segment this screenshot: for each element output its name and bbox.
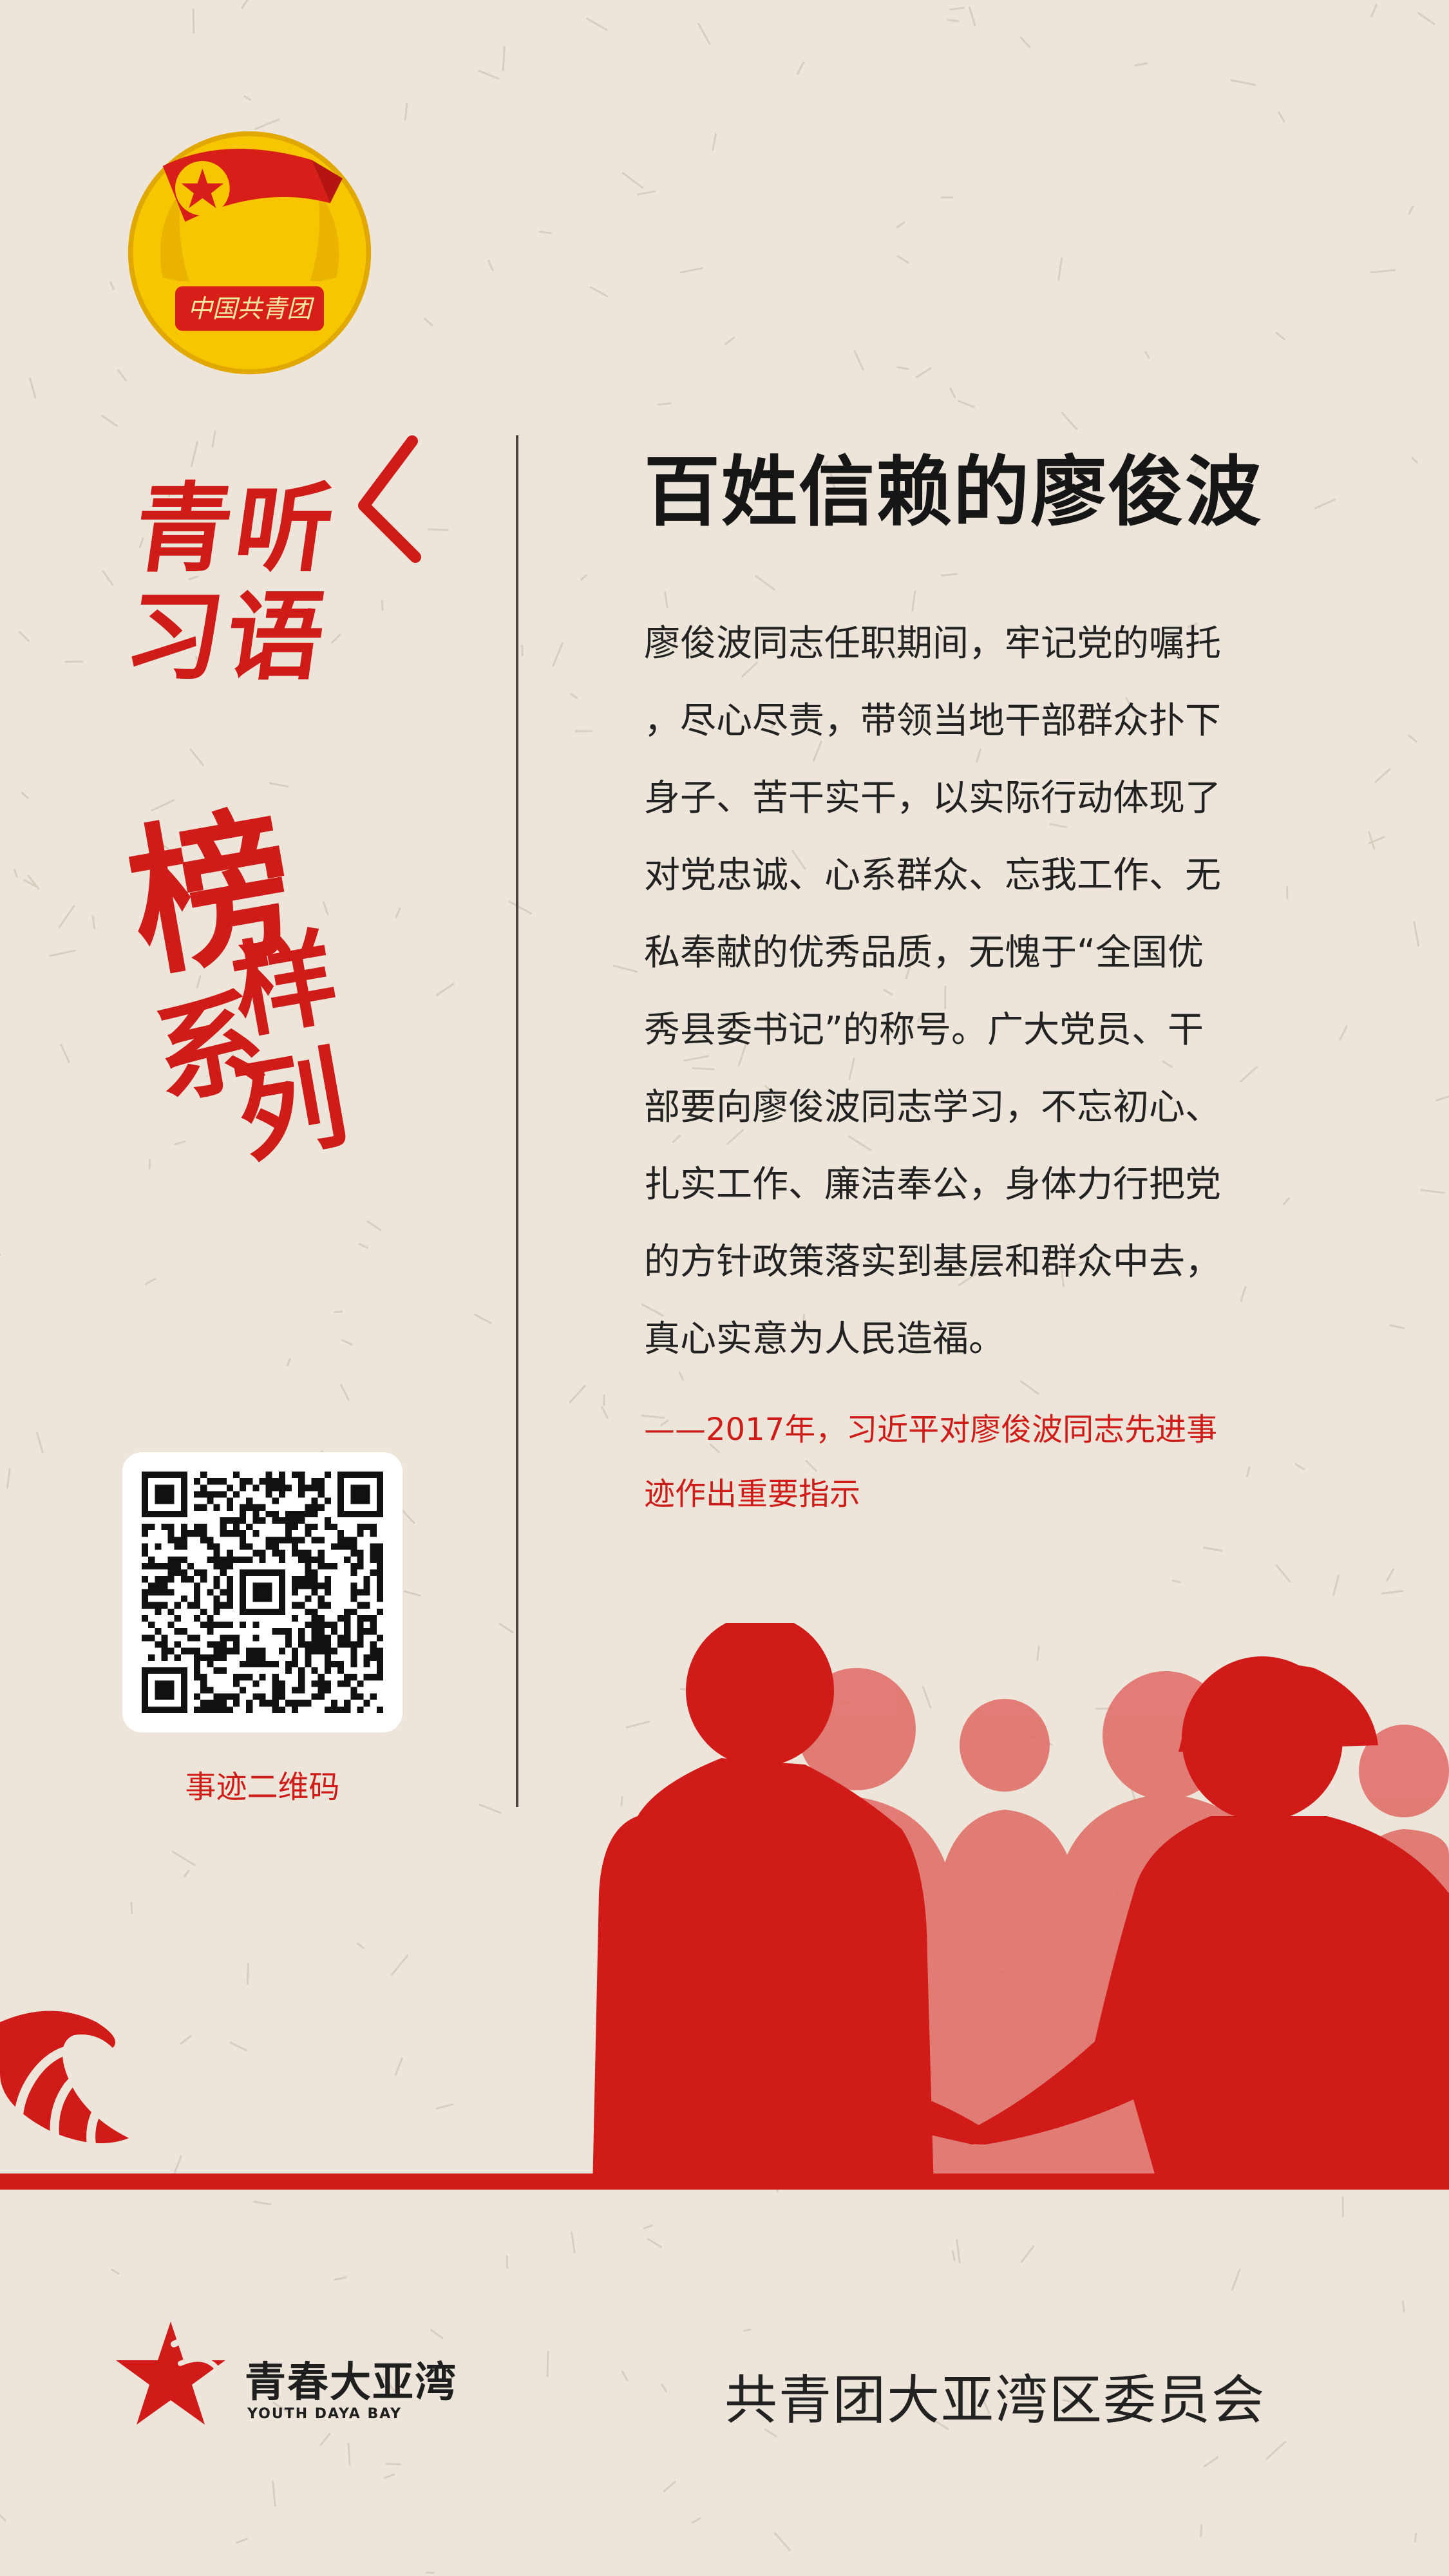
body-line: 部要向廖俊波同志学习，不忘初心、	[644, 1086, 1221, 1128]
body-line: 扎实工作、廉洁奉公，身体力行把党	[644, 1164, 1221, 1206]
star-wave-logo-icon	[116, 2322, 225, 2425]
poster: 中国共青团 青听 习语 榜 样 系 列 百姓信赖的廖俊波 廖俊波同志任职期间，牢…	[0, 0, 1449, 2576]
body-line: 的方针政策落实到基层和群众中去，	[644, 1241, 1221, 1283]
people-silhouette-illustration	[0, 1623, 1449, 2190]
footer-organization: 共青团大亚湾区委员会	[724, 2370, 1266, 2431]
footer-brand-name: 青春大亚湾	[245, 2359, 457, 2407]
footer-brand-name-en: YOUTH DAYA BAY	[247, 2406, 402, 2422]
body-line: 真心实意为人民造福。	[644, 1318, 1005, 1360]
body-line: 私奉献的优秀品质，无愧于“全国优	[644, 932, 1204, 974]
body-line: 秀县委书记”的称号。广大党员、干	[644, 1009, 1204, 1051]
body-line: 身子、苦干实干，以实际行动体现了	[644, 777, 1221, 819]
body-line: 廖俊波同志任职期间，牢记党的嘱托	[644, 623, 1221, 665]
youth-league-emblem-icon: 中国共青团	[128, 131, 372, 375]
vertical-divider	[516, 435, 518, 1807]
body-line: 对党忠诚、心系群众、忘我工作、无	[644, 855, 1221, 896]
body-line: ，尽心尽责，带领当地干部群众扑下	[644, 700, 1221, 742]
headline: 百姓信赖的廖俊波	[644, 448, 1263, 536]
quote-line: 迹作出重要指示	[644, 1476, 861, 1512]
body-paragraph: 廖俊波同志任职期间，牢记党的嘱托 ，尽心尽责，带领当地干部群众扑下 身子、苦干实…	[644, 605, 1301, 1378]
quote-line: ——2017年，习近平对廖俊波同志先进事	[644, 1412, 1218, 1448]
quote-source: ——2017年，习近平对廖俊波同志先进事 迹作出重要指示	[644, 1397, 1314, 1526]
chevron-left-icon	[358, 435, 421, 563]
emblem-ribbon-text: 中国共青团	[187, 295, 314, 324]
brand-title-line-2: 习语	[118, 582, 336, 694]
